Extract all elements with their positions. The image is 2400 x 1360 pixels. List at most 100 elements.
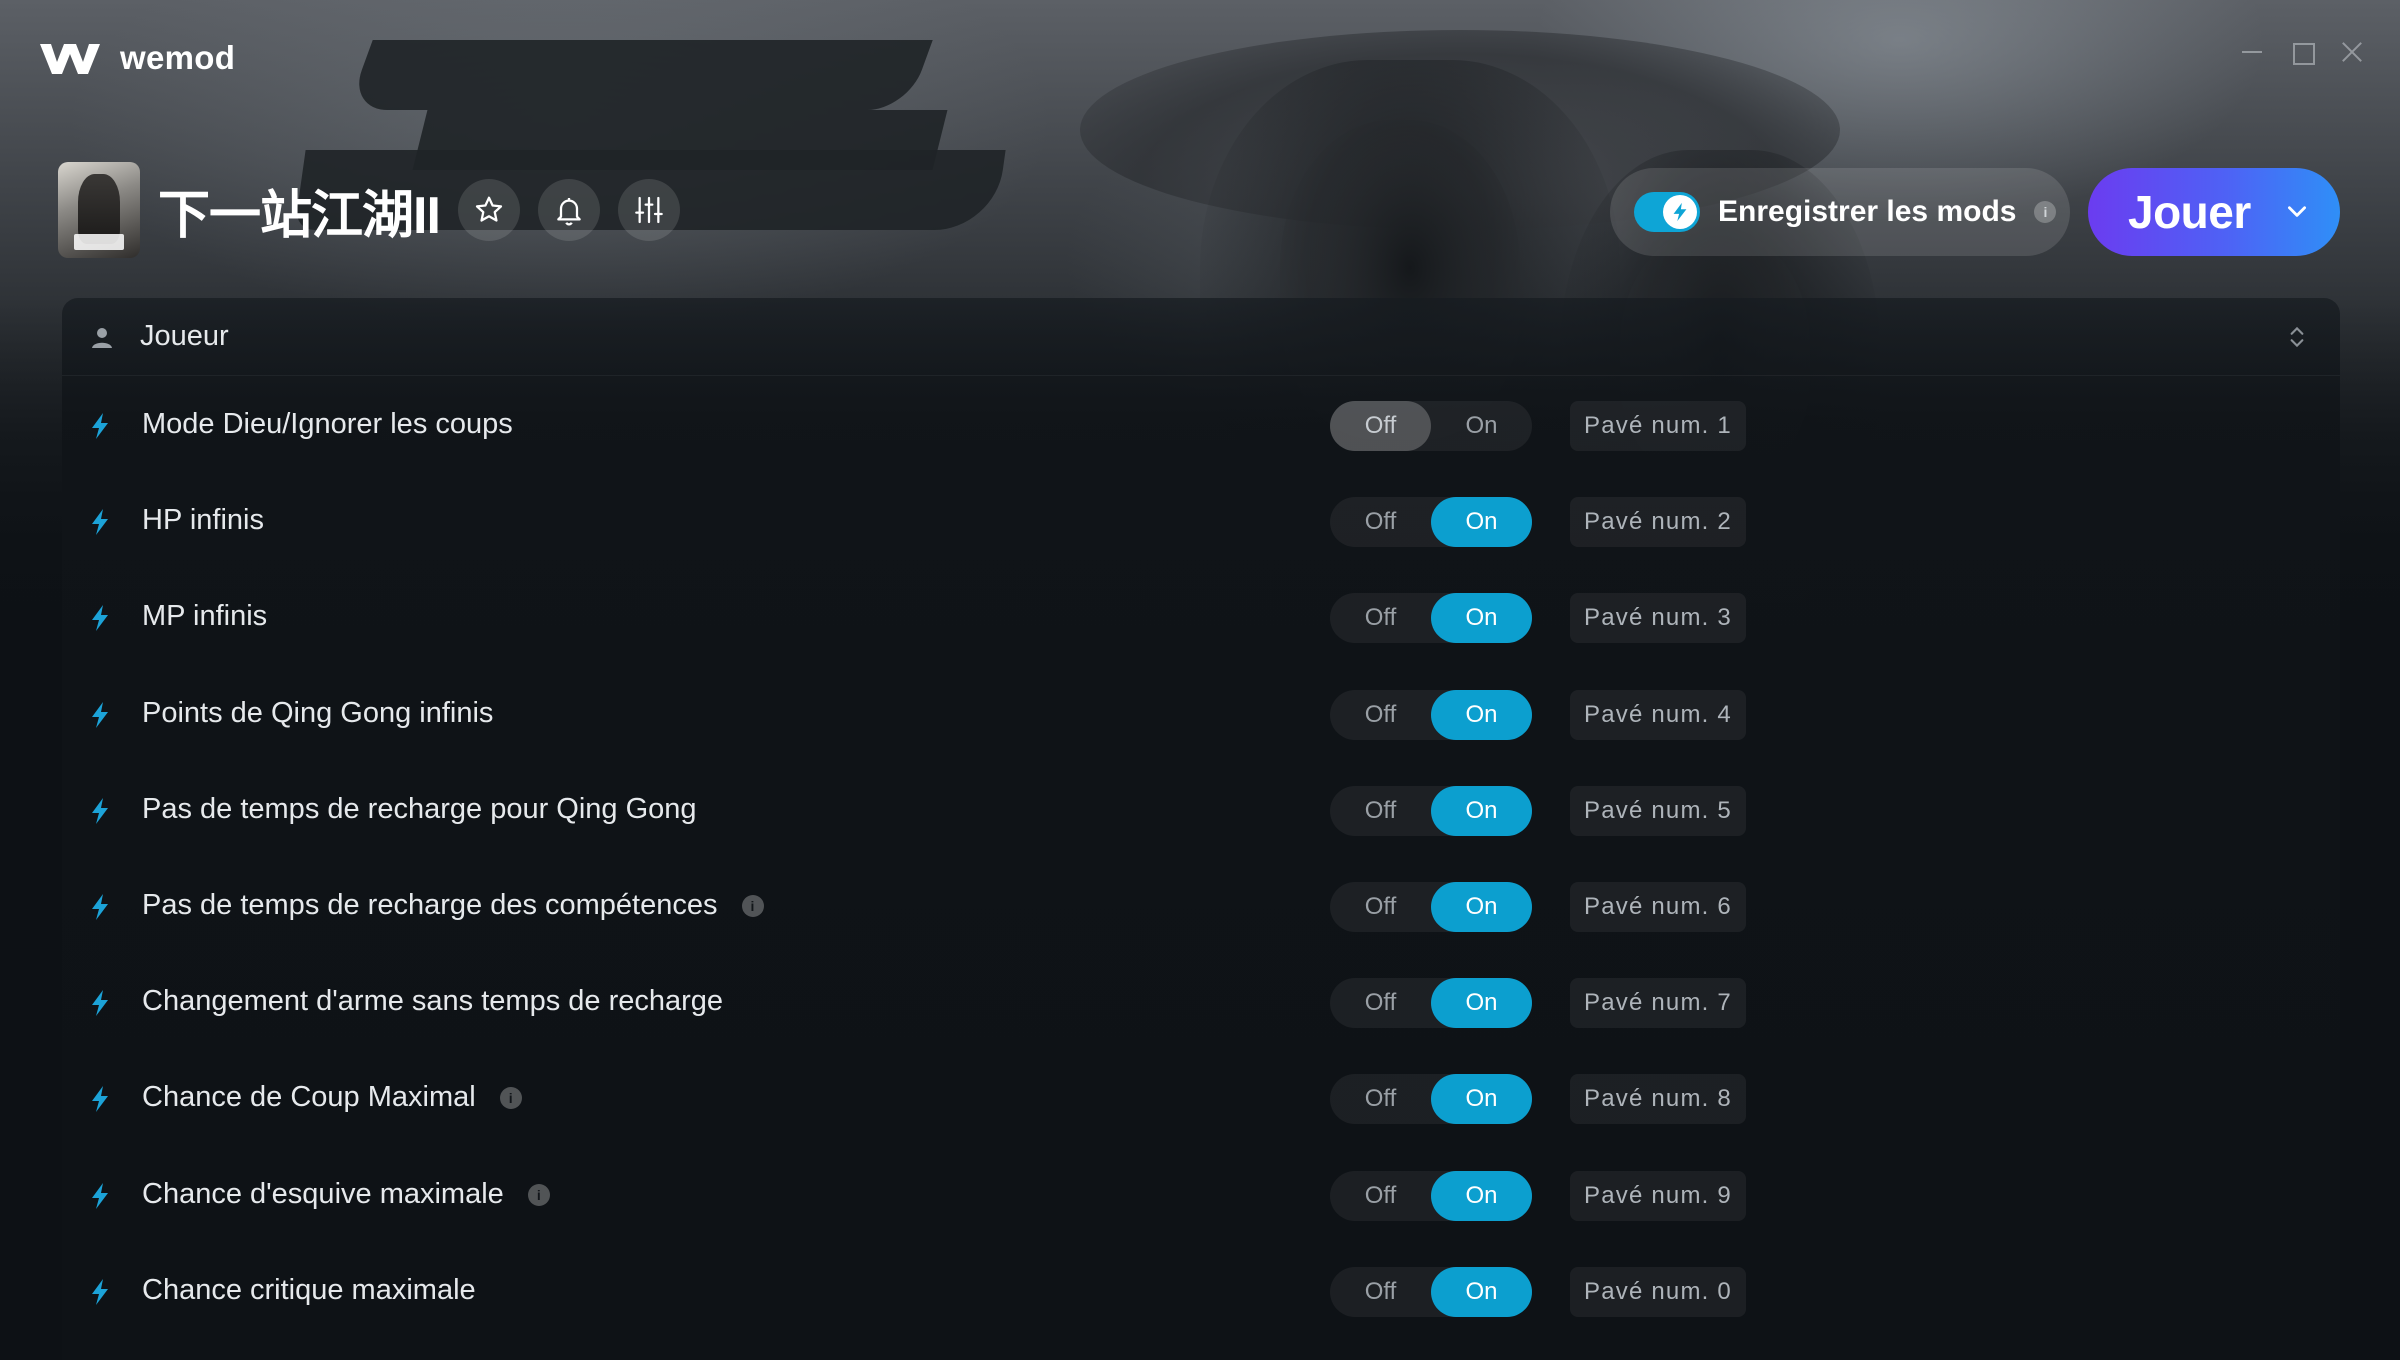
toggle-off-option[interactable]: Off xyxy=(1330,401,1431,451)
category-title: Joueur xyxy=(140,320,229,352)
hotkey-badge[interactable]: Pavé num. 3 xyxy=(1570,593,1746,643)
toggle-on-option[interactable]: On xyxy=(1431,786,1532,836)
close-icon[interactable] xyxy=(2340,40,2364,64)
mod-name: HP infinis xyxy=(142,504,264,537)
toggle-off-option[interactable]: Off xyxy=(1330,882,1431,932)
notifications-button[interactable] xyxy=(537,179,600,241)
toggle-off-option[interactable]: Off xyxy=(1330,978,1431,1028)
lightning-bolt-icon xyxy=(92,990,108,1016)
mod-toggle[interactable]: Off On xyxy=(1330,1267,1532,1317)
mod-row: Chance d'esquive maximale i Off On Pavé num.… xyxy=(62,1148,2340,1244)
info-icon[interactable]: i xyxy=(741,894,764,917)
mod-toggle[interactable]: Off On xyxy=(1330,1171,1532,1221)
mod-row: MP infinis Off On Pavé num. 3 xyxy=(62,570,2340,666)
info-icon[interactable]: i xyxy=(527,1183,550,1206)
mod-label: Changement d'arme sans temps de recharge xyxy=(142,985,724,1017)
mod-toggle[interactable]: Off On xyxy=(1330,978,1532,1028)
category-header: Joueur xyxy=(62,298,2340,376)
mod-toggle[interactable]: Off On xyxy=(1330,401,1532,451)
lightning-bolt-icon xyxy=(92,605,108,631)
toggle-on-option[interactable]: On xyxy=(1431,690,1532,740)
mod-toggle[interactable]: Off On xyxy=(1330,690,1532,740)
bell-icon xyxy=(557,198,581,226)
mod-name: MP infinis xyxy=(142,600,267,633)
sliders-icon xyxy=(635,196,663,224)
game-title: 下一站江湖II xyxy=(158,186,441,245)
mod-name: Chance d'esquive maximale i xyxy=(142,1178,550,1211)
info-icon[interactable]: i xyxy=(2034,201,2057,223)
save-mods-label: Enregistrer les mods xyxy=(1718,195,2017,228)
mod-row: Pas de temps de recharge pour Qing Gong O… xyxy=(62,763,2340,859)
mod-row: Changement d'arme sans temps de recharge… xyxy=(62,955,2340,1051)
lightning-bolt-icon xyxy=(92,798,108,824)
mod-label: Points de Qing Gong infinis xyxy=(142,697,494,729)
favorite-button[interactable] xyxy=(457,179,520,241)
mod-row: Pas de temps de recharge des compétences… xyxy=(62,859,2340,955)
mod-toggle[interactable]: Off On xyxy=(1330,497,1532,547)
toggle-off-option[interactable]: Off xyxy=(1330,1171,1431,1221)
mod-label: Pas de temps de recharge pour Qing Gong xyxy=(142,793,697,825)
star-icon xyxy=(475,196,503,222)
mod-name: Changement d'arme sans temps de recharge xyxy=(142,985,723,1018)
hotkey-badge[interactable]: Pavé num. 9 xyxy=(1570,1171,1746,1221)
toggle-off-option[interactable]: Off xyxy=(1330,690,1431,740)
mod-toggle[interactable]: Off On xyxy=(1330,882,1532,932)
mod-label: Chance de Coup Maximal xyxy=(142,1081,476,1113)
person-icon xyxy=(92,327,112,348)
maximize-icon[interactable] xyxy=(2290,40,2315,65)
mods-panel: Joueur Mode Dieu/Ignorer les coups Off On P… xyxy=(62,298,2340,1360)
save-mods-switch[interactable] xyxy=(1634,192,1700,232)
toggle-on-option[interactable]: On xyxy=(1431,593,1532,643)
play-button[interactable]: Jouer xyxy=(2088,168,2340,256)
hotkey-badge[interactable]: Pavé num. 7 xyxy=(1570,978,1746,1028)
info-icon[interactable]: i xyxy=(499,1086,522,1109)
title-bar: wemod xyxy=(0,0,2400,120)
toggle-on-option[interactable]: On xyxy=(1431,978,1532,1028)
lightning-bolt-icon xyxy=(92,413,108,439)
toggle-on-option[interactable]: On xyxy=(1431,1267,1532,1317)
toggle-on-option[interactable]: On xyxy=(1431,401,1532,451)
wemod-window: wemod 下一站江湖II Enregistrer les mods i Jou… xyxy=(0,0,2400,1360)
play-label: Jouer xyxy=(2128,186,2251,238)
hotkey-badge[interactable]: Pavé num. 1 xyxy=(1570,401,1746,451)
mod-row: Chance de Coup Maximal i Off On Pavé num. 8 xyxy=(62,1051,2340,1147)
mod-row: HP infinis Off On Pavé num. 2 xyxy=(62,474,2340,570)
minimize-icon[interactable] xyxy=(2240,40,2264,64)
toggle-on-option[interactable]: On xyxy=(1431,1171,1532,1221)
hotkey-badge[interactable]: Pavé num. 8 xyxy=(1570,1074,1746,1124)
hotkey-badge[interactable]: Pavé num. 4 xyxy=(1570,690,1746,740)
brand-name: wemod xyxy=(120,39,236,76)
mod-row: Points de Qing Gong infinis Off On Pavé num… xyxy=(62,667,2340,763)
hotkey-badge[interactable]: Pavé num. 5 xyxy=(1570,786,1746,836)
lightning-bolt-icon xyxy=(92,1279,108,1305)
mod-row: Mode Dieu/Ignorer les coups Off On Pavé num… xyxy=(62,378,2340,474)
toggle-off-option[interactable]: Off xyxy=(1330,593,1431,643)
hotkey-badge[interactable]: Pavé num. 2 xyxy=(1570,497,1746,547)
mod-toggle[interactable]: Off On xyxy=(1330,1074,1532,1124)
lightning-bolt-icon xyxy=(1673,202,1687,222)
hotkey-badge[interactable]: Pavé num. 0 xyxy=(1570,1267,1746,1317)
mod-label: MP infinis xyxy=(142,600,268,632)
chevron-down-icon[interactable] xyxy=(2284,198,2310,224)
toggle-on-option[interactable]: On xyxy=(1431,1074,1532,1124)
hotkey-badge[interactable]: Pavé num. 6 xyxy=(1570,882,1746,932)
toggle-on-option[interactable]: On xyxy=(1431,497,1532,547)
mod-name: Chance critique maximale xyxy=(142,1274,476,1307)
toggle-off-option[interactable]: Off xyxy=(1330,1074,1431,1124)
mod-name: Mode Dieu/Ignorer les coups xyxy=(142,408,513,441)
toggle-on-option[interactable]: On xyxy=(1431,882,1532,932)
mod-toggle[interactable]: Off On xyxy=(1330,786,1532,836)
mod-label: Chance critique maximale xyxy=(142,1274,476,1306)
toggle-off-option[interactable]: Off xyxy=(1330,786,1431,836)
window-controls xyxy=(2240,40,2364,65)
mod-toggle[interactable]: Off On xyxy=(1330,593,1532,643)
mod-name: Pas de temps de recharge des compétences… xyxy=(142,889,764,922)
collapse-chevrons-icon[interactable] xyxy=(2284,322,2310,352)
save-mods-toggle[interactable]: Enregistrer les mods i xyxy=(1610,168,2070,256)
toggle-off-option[interactable]: Off xyxy=(1330,497,1431,547)
settings-sliders-button[interactable] xyxy=(617,179,680,241)
wemod-logo-icon xyxy=(40,44,100,74)
mod-label: Chance d'esquive maximale xyxy=(142,1178,504,1210)
toggle-off-option[interactable]: Off xyxy=(1330,1267,1431,1317)
mod-row: Chance critique maximale Off On Pavé num. 0 xyxy=(62,1244,2340,1340)
